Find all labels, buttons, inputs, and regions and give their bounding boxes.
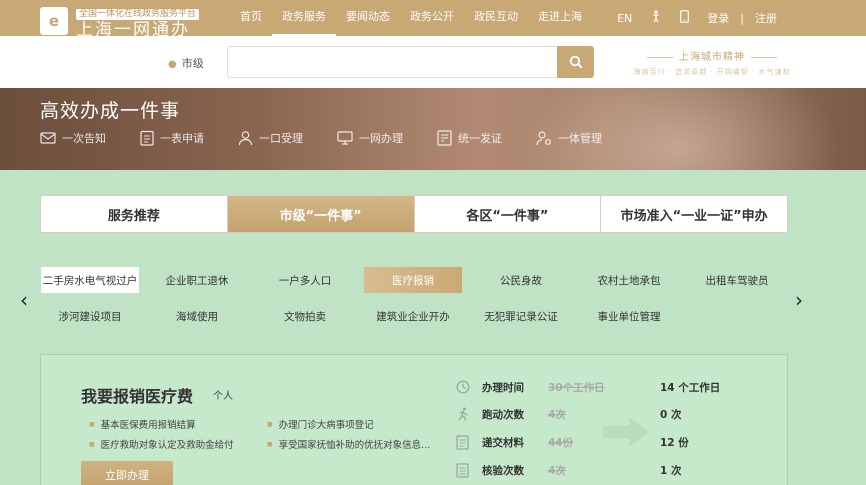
city-spirit: 上海城市精神 海纳百川 · 追求卓越 · 开明睿智 · 大气谦和	[632, 48, 792, 77]
language-toggle[interactable]: EN	[617, 12, 632, 25]
prev-arrow-icon[interactable]: ‹	[20, 288, 28, 312]
service-item[interactable]: 公民身故	[472, 267, 570, 293]
service-item[interactable]: 事业单位管理	[580, 303, 678, 329]
tab-recommended[interactable]: 服务推荐	[41, 196, 228, 232]
city-spirit-title: 上海城市精神	[632, 48, 792, 63]
stat-old-value: 44份	[548, 436, 574, 449]
stat-new-value: 12 份	[660, 436, 689, 449]
nav-about-shanghai[interactable]: 走进上海	[528, 0, 592, 36]
step-manage: 一体管理	[536, 130, 602, 146]
step-label: 一表申请	[160, 132, 204, 145]
step-label: 一口受理	[259, 132, 303, 145]
service-item[interactable]: 海域使用	[148, 303, 246, 329]
user-gear-icon	[536, 131, 551, 146]
logo-tagline: 全国一体化在线政务服务平台	[76, 9, 200, 20]
stat-label: 办理时间	[482, 381, 524, 394]
person-icon	[238, 131, 253, 146]
step-online: 一网办理	[337, 130, 403, 146]
stat-new-value: 0 次	[660, 408, 682, 421]
main-nav: 首页 政务服务 要闻动态 政务公开 政民互动 走进上海	[230, 0, 592, 36]
step-label: 统一发证	[458, 132, 502, 145]
login-link[interactable]: 登录	[707, 10, 729, 26]
service-item-active[interactable]: 医疗报销	[364, 267, 462, 293]
service-item[interactable]: 农村土地承包	[580, 267, 678, 293]
step-label: 一次告知	[62, 132, 106, 145]
stat-materials: 递交材料 44份 12 份	[456, 434, 689, 450]
step-label: 一网办理	[359, 132, 403, 145]
service-item[interactable]: 文物拍卖	[256, 303, 354, 329]
stat-old-value: 4次	[548, 408, 566, 421]
banner-background-image	[520, 88, 840, 170]
service-item[interactable]: 无犯罪记录公证	[472, 303, 570, 329]
nav-interaction[interactable]: 政民互动	[464, 0, 528, 36]
nav-gov-services[interactable]: 政务服务	[272, 0, 336, 36]
stat-label: 跑动次数	[482, 408, 524, 421]
nav-home[interactable]: 首页	[230, 0, 272, 36]
city-selector[interactable]: ● 市级	[168, 55, 204, 71]
stat-verifications: 核验次数 4次 1 次	[456, 462, 681, 478]
service-item[interactable]: 涉河建设项目	[41, 303, 139, 329]
step-apply: 一表申请	[140, 130, 204, 146]
nav-news[interactable]: 要闻动态	[336, 0, 400, 36]
city-label: 市级	[181, 57, 204, 70]
service-item[interactable]: 二手房水电气视过户	[41, 267, 139, 293]
top-navbar: e 全国一体化在线政务服务平台 上海一网通办 首页 政务服务 要闻动态 政务公开…	[0, 0, 866, 39]
stat-old-value: 4次	[548, 464, 566, 477]
stat-old-value: 30个工作日	[548, 381, 605, 394]
service-detail-card: 我要报销医疗费 个人 基本医保费用报销结算 办理门诊大病事项登记 医疗救助对象认…	[40, 354, 788, 485]
document-icon	[456, 434, 474, 450]
apply-now-button[interactable]: 立即办理	[81, 461, 173, 485]
site-logo[interactable]: e 全国一体化在线政务服务平台 上海一网通办	[40, 3, 200, 39]
search-icon	[569, 55, 583, 69]
category-tabs: 服务推荐 市级“一件事” 各区“一件事” 市场准入“一业一证”申办	[40, 195, 788, 233]
service-item[interactable]: 企业职工退休	[148, 267, 246, 293]
stat-new-value: 14 个工作日	[660, 381, 721, 394]
detail-title: 我要报销医疗费	[81, 387, 194, 406]
service-item[interactable]: 建筑业企业开办	[364, 303, 462, 329]
logo-emblem-icon: e	[40, 7, 68, 35]
nav-gov-open[interactable]: 政务公开	[400, 0, 464, 36]
certificate-icon	[437, 130, 452, 146]
city-spirit-motto: 海纳百川 · 追求卓越 · 开明睿智 · 大气谦和	[633, 68, 791, 76]
stat-label: 核验次数	[482, 464, 524, 477]
step-notify: 一次告知	[40, 130, 106, 146]
mobile-icon[interactable]	[680, 10, 690, 26]
detail-item[interactable]: 医疗救助对象认定及救助金给付	[89, 437, 234, 451]
search-input[interactable]	[227, 46, 557, 78]
form-icon	[140, 130, 154, 146]
checklist-icon	[456, 462, 474, 478]
detail-item[interactable]: 办理门诊大病事项登记	[267, 417, 374, 431]
banner-steps: 一次告知 一表申请 一口受理 一网办理 统一发证 一体管理	[40, 130, 636, 146]
step-accept: 一口受理	[238, 130, 303, 146]
detail-item[interactable]: 享受国家抚恤补助的优抚对象信息...	[267, 437, 431, 451]
detail-item[interactable]: 基本医保费用报销结算	[89, 417, 196, 431]
stat-new-value: 1 次	[660, 464, 682, 477]
step-issue: 统一发证	[437, 130, 502, 146]
accessibility-icon[interactable]	[650, 10, 662, 26]
detail-audience-tag: 个人	[213, 391, 233, 402]
envelope-icon	[40, 132, 56, 144]
running-icon	[456, 407, 474, 421]
monitor-icon	[337, 131, 353, 145]
nav-separator: |	[740, 11, 744, 25]
service-item[interactable]: 出租车驾驶员	[688, 267, 786, 293]
stat-label: 递交材料	[482, 436, 524, 449]
search-bar-row: ● 市级 上海城市精神 海纳百川 · 追求卓越 · 开明睿智 · 大气谦和	[0, 36, 866, 88]
banner-title: 高效办成一件事	[40, 100, 181, 122]
location-pin-icon: ●	[168, 59, 177, 70]
stat-trips: 跑动次数 4次 0 次	[456, 406, 681, 422]
nav-utilities: EN 登录 | 注册	[608, 0, 786, 36]
tab-city-level[interactable]: 市级“一件事”	[227, 196, 415, 232]
step-label: 一体管理	[558, 132, 602, 145]
service-item[interactable]: 一户多人口	[256, 267, 354, 293]
register-link[interactable]: 注册	[755, 10, 777, 26]
stat-processing-time: 办理时间 30个工作日 14 个工作日	[456, 379, 720, 395]
tab-market-access[interactable]: 市场准入“一业一证”申办	[601, 196, 787, 232]
next-arrow-icon[interactable]: ›	[795, 288, 803, 312]
tab-district-level[interactable]: 各区“一件事”	[415, 196, 602, 232]
clock-icon	[456, 380, 474, 394]
search-button[interactable]	[557, 46, 594, 78]
